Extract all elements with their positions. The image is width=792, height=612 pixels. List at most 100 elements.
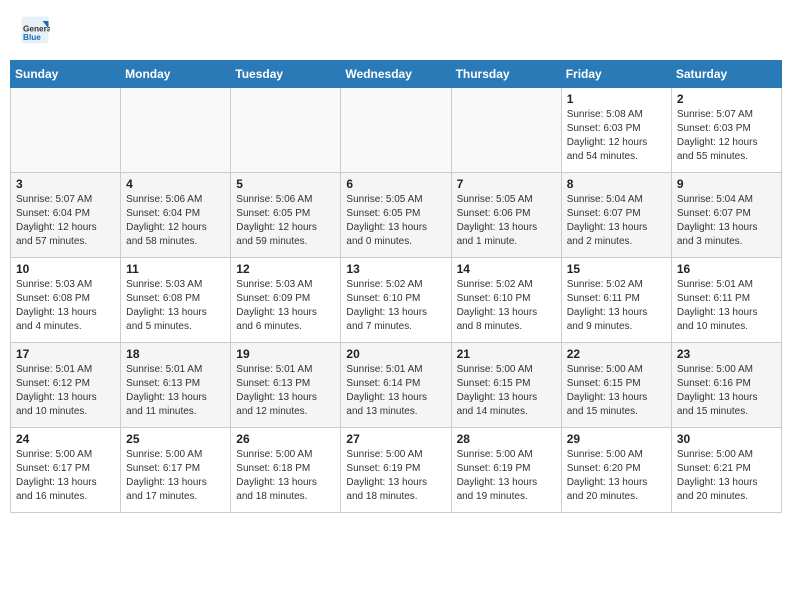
day-info: Sunrise: 5:01 AM Sunset: 6:12 PM Dayligh…: [16, 363, 115, 419]
day-number: 22: [567, 347, 666, 361]
weekday-header: Saturday: [671, 61, 781, 88]
calendar-day-cell: 25 Sunrise: 5:00 AM Sunset: 6:17 PM Dayli…: [121, 428, 231, 513]
day-info: Sunrise: 5:02 AM Sunset: 6:10 PM Dayligh…: [346, 278, 445, 334]
logo: General Blue: [20, 15, 54, 45]
day-number: 9: [677, 177, 776, 191]
day-number: 29: [567, 432, 666, 446]
day-number: 16: [677, 262, 776, 276]
calendar-day-cell: 4 Sunrise: 5:06 AM Sunset: 6:04 PM Daylig…: [121, 173, 231, 258]
day-number: 8: [567, 177, 666, 191]
day-number: 26: [236, 432, 335, 446]
calendar-day-cell: [11, 88, 121, 173]
calendar-day-cell: 16 Sunrise: 5:01 AM Sunset: 6:11 PM Dayli…: [671, 258, 781, 343]
day-info: Sunrise: 5:02 AM Sunset: 6:10 PM Dayligh…: [457, 278, 556, 334]
day-info: Sunrise: 5:08 AM Sunset: 6:03 PM Dayligh…: [567, 108, 666, 164]
calendar-day-cell: 3 Sunrise: 5:07 AM Sunset: 6:04 PM Daylig…: [11, 173, 121, 258]
calendar-week-row: 17 Sunrise: 5:01 AM Sunset: 6:12 PM Dayli…: [11, 343, 782, 428]
calendar-day-cell: 19Sunrise: 5:01 AM Sunset: 6:13 PM Dayli…: [231, 343, 341, 428]
calendar-day-cell: 30Sunrise: 5:00 AM Sunset: 6:21 PM Dayli…: [671, 428, 781, 513]
calendar-week-row: 24 Sunrise: 5:00 AM Sunset: 6:17 PM Dayli…: [11, 428, 782, 513]
day-number: 2: [677, 92, 776, 106]
day-number: 18: [126, 347, 225, 361]
day-number: 7: [457, 177, 556, 191]
calendar-day-cell: [121, 88, 231, 173]
calendar-day-cell: 5Sunrise: 5:06 AM Sunset: 6:05 PM Daylig…: [231, 173, 341, 258]
calendar-day-cell: 6 Sunrise: 5:05 AM Sunset: 6:05 PM Daylig…: [341, 173, 451, 258]
calendar-week-row: 1 Sunrise: 5:08 AM Sunset: 6:03 PM Daylig…: [11, 88, 782, 173]
day-number: 12: [236, 262, 335, 276]
day-number: 1: [567, 92, 666, 106]
day-info: Sunrise: 5:07 AM Sunset: 6:04 PM Dayligh…: [16, 193, 115, 249]
weekday-header: Sunday: [11, 61, 121, 88]
day-number: 24: [16, 432, 115, 446]
day-number: 28: [457, 432, 556, 446]
day-info: Sunrise: 5:05 AM Sunset: 6:05 PM Dayligh…: [346, 193, 445, 249]
day-info: Sunrise: 5:01 AM Sunset: 6:11 PM Dayligh…: [677, 278, 776, 334]
day-number: 25: [126, 432, 225, 446]
logo-icon: General Blue: [20, 15, 50, 45]
calendar-day-cell: [341, 88, 451, 173]
calendar-day-cell: 13 Sunrise: 5:02 AM Sunset: 6:10 PM Dayli…: [341, 258, 451, 343]
calendar-day-cell: 1 Sunrise: 5:08 AM Sunset: 6:03 PM Daylig…: [561, 88, 671, 173]
calendar-header-row: SundayMondayTuesdayWednesdayThursdayFrid…: [11, 61, 782, 88]
page-header: General Blue: [10, 10, 782, 50]
day-info: Sunrise: 5:00 AM Sunset: 6:15 PM Dayligh…: [567, 363, 666, 419]
calendar-day-cell: [451, 88, 561, 173]
day-info: Sunrise: 5:00 AM Sunset: 6:17 PM Dayligh…: [126, 448, 225, 504]
day-number: 5: [236, 177, 335, 191]
day-info: Sunrise: 5:00 AM Sunset: 6:20 PM Dayligh…: [567, 448, 666, 504]
day-number: 30: [677, 432, 776, 446]
calendar-day-cell: 29 Sunrise: 5:00 AM Sunset: 6:20 PM Dayli…: [561, 428, 671, 513]
day-info: Sunrise: 5:04 AM Sunset: 6:07 PM Dayligh…: [567, 193, 666, 249]
day-info: Sunrise: 5:03 AM Sunset: 6:08 PM Dayligh…: [126, 278, 225, 334]
calendar-day-cell: 17 Sunrise: 5:01 AM Sunset: 6:12 PM Dayli…: [11, 343, 121, 428]
day-info: Sunrise: 5:03 AM Sunset: 6:09 PM Dayligh…: [236, 278, 335, 334]
day-number: 14: [457, 262, 556, 276]
day-number: 13: [346, 262, 445, 276]
day-number: 6: [346, 177, 445, 191]
calendar-day-cell: 7 Sunrise: 5:05 AM Sunset: 6:06 PM Daylig…: [451, 173, 561, 258]
day-info: Sunrise: 5:06 AM Sunset: 6:04 PM Dayligh…: [126, 193, 225, 249]
calendar-day-cell: 2Sunrise: 5:07 AM Sunset: 6:03 PM Daylig…: [671, 88, 781, 173]
day-info: Sunrise: 5:02 AM Sunset: 6:11 PM Dayligh…: [567, 278, 666, 334]
day-number: 27: [346, 432, 445, 446]
weekday-header: Friday: [561, 61, 671, 88]
calendar-day-cell: 14 Sunrise: 5:02 AM Sunset: 6:10 PM Dayli…: [451, 258, 561, 343]
calendar-day-cell: 20 Sunrise: 5:01 AM Sunset: 6:14 PM Dayli…: [341, 343, 451, 428]
day-info: Sunrise: 5:01 AM Sunset: 6:14 PM Dayligh…: [346, 363, 445, 419]
day-info: Sunrise: 5:00 AM Sunset: 6:19 PM Dayligh…: [346, 448, 445, 504]
calendar-week-row: 10 Sunrise: 5:03 AM Sunset: 6:08 PM Dayli…: [11, 258, 782, 343]
day-number: 4: [126, 177, 225, 191]
calendar-week-row: 3 Sunrise: 5:07 AM Sunset: 6:04 PM Daylig…: [11, 173, 782, 258]
calendar-day-cell: 10Sunrise: 5:03 AM Sunset: 6:08 PM Dayli…: [11, 258, 121, 343]
day-info: Sunrise: 5:00 AM Sunset: 6:19 PM Dayligh…: [457, 448, 556, 504]
svg-text:Blue: Blue: [23, 33, 41, 42]
calendar-day-cell: 12 Sunrise: 5:03 AM Sunset: 6:09 PM Dayli…: [231, 258, 341, 343]
calendar-day-cell: 28 Sunrise: 5:00 AM Sunset: 6:19 PM Dayli…: [451, 428, 561, 513]
day-info: Sunrise: 5:05 AM Sunset: 6:06 PM Dayligh…: [457, 193, 556, 249]
weekday-header: Tuesday: [231, 61, 341, 88]
day-number: 21: [457, 347, 556, 361]
day-number: 17: [16, 347, 115, 361]
day-info: Sunrise: 5:04 AM Sunset: 6:07 PM Dayligh…: [677, 193, 776, 249]
weekday-header: Thursday: [451, 61, 561, 88]
day-number: 11: [126, 262, 225, 276]
day-number: 3: [16, 177, 115, 191]
calendar-day-cell: 27 Sunrise: 5:00 AM Sunset: 6:19 PM Dayli…: [341, 428, 451, 513]
day-number: 20: [346, 347, 445, 361]
day-number: 19: [236, 347, 335, 361]
weekday-header: Wednesday: [341, 61, 451, 88]
calendar-day-cell: 24 Sunrise: 5:00 AM Sunset: 6:17 PM Dayli…: [11, 428, 121, 513]
calendar-day-cell: 22 Sunrise: 5:00 AM Sunset: 6:15 PM Dayli…: [561, 343, 671, 428]
day-number: 15: [567, 262, 666, 276]
weekday-header: Monday: [121, 61, 231, 88]
day-info: Sunrise: 5:00 AM Sunset: 6:18 PM Dayligh…: [236, 448, 335, 504]
calendar-day-cell: 21 Sunrise: 5:00 AM Sunset: 6:15 PM Dayli…: [451, 343, 561, 428]
calendar-day-cell: 8 Sunrise: 5:04 AM Sunset: 6:07 PM Daylig…: [561, 173, 671, 258]
day-info: Sunrise: 5:01 AM Sunset: 6:13 PM Dayligh…: [126, 363, 225, 419]
calendar-day-cell: 15 Sunrise: 5:02 AM Sunset: 6:11 PM Dayli…: [561, 258, 671, 343]
calendar-day-cell: 26 Sunrise: 5:00 AM Sunset: 6:18 PM Dayli…: [231, 428, 341, 513]
day-info: Sunrise: 5:00 AM Sunset: 6:17 PM Dayligh…: [16, 448, 115, 504]
day-info: Sunrise: 5:00 AM Sunset: 6:15 PM Dayligh…: [457, 363, 556, 419]
day-number: 10: [16, 262, 115, 276]
